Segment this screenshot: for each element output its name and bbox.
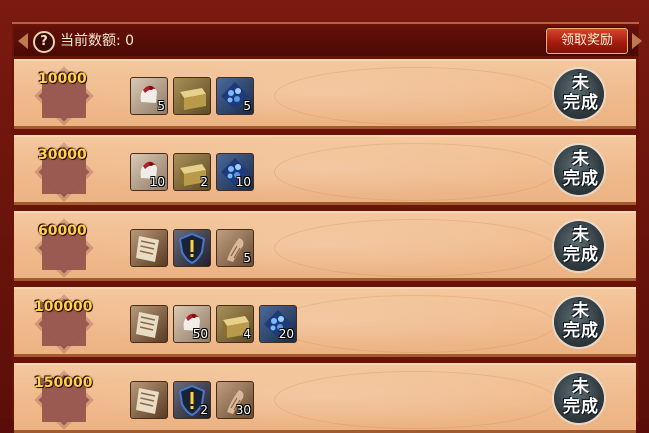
glove-icon[interactable]: 50 [173,305,211,343]
stamp-text-line2: 完成 [563,245,599,265]
incomplete-stamp: 未完成 [552,295,608,351]
book-icon[interactable] [130,305,168,343]
incomplete-stamp: 未完成 [552,67,608,123]
stamp-text: 未完成 [552,149,610,189]
stamp-text-line2: 完成 [563,321,599,341]
item-quantity: 10 [235,175,251,189]
reward-tier-row: 150000 2 30 未完成 [14,363,636,433]
header-right-ornament [632,33,642,49]
shield-icon[interactable]: 2 [173,381,211,419]
stamp-text-line1: 未 [572,149,590,169]
item-quantity: 2 [200,175,208,189]
scroll-icon[interactable]: 30 [216,381,254,419]
chest-icon[interactable]: 4 [216,305,254,343]
stamp-text: 未完成 [552,301,610,341]
reward-tier-row: 100000 50 4 20 未完成 [14,287,636,357]
item-quantity: 4 [243,327,251,341]
stamp-text-line1: 未 [572,377,590,397]
reward-tier-row: 10000 5 5 未完成 [14,59,636,129]
chest-icon[interactable]: 2 [173,153,211,191]
stamp-text-line1: 未 [572,225,590,245]
stamp-text-line2: 完成 [563,397,599,417]
tier-badge: 10000 [38,70,90,122]
stamp-text-line1: 未 [572,301,590,321]
current-amount: 当前数额: 0 [60,31,134,51]
incomplete-stamp: 未完成 [552,219,608,275]
header-left-ornament [18,33,28,49]
item-quantity: 2 [200,403,208,417]
item-quantity: 5 [157,99,165,113]
gem-icon[interactable]: 10 [216,153,254,191]
help-icon[interactable]: ? [33,31,55,53]
stamp-text-line2: 完成 [563,169,599,189]
tier-badge: 100000 [34,298,92,350]
tier-badge: 30000 [38,146,90,198]
item-quantity: 30 [235,403,251,417]
item-quantity: 5 [243,251,251,265]
item-quantity: 5 [243,99,251,113]
gem-icon[interactable]: 20 [259,305,297,343]
reward-tier-row: 30000 10 2 10 未完成 [14,135,636,205]
tier-badge: 60000 [38,222,90,274]
claim-reward-button[interactable]: 领取奖励 [546,28,628,54]
stamp-text-line1: 未 [572,73,590,93]
reward-tier-row: 60000 5 未完成 [14,211,636,281]
incomplete-stamp: 未完成 [552,143,608,199]
stamp-text: 未完成 [552,377,610,417]
book-icon[interactable] [130,229,168,267]
glove-icon[interactable]: 5 [130,77,168,115]
current-amount-value: 0 [125,33,135,49]
item-quantity: 50 [192,327,208,341]
stamp-text: 未完成 [552,225,610,265]
current-amount-label: 当前数额: [60,33,126,49]
gem-icon[interactable]: 5 [216,77,254,115]
shield-icon[interactable] [173,229,211,267]
stamp-text: 未完成 [552,73,610,113]
scroll-icon[interactable]: 5 [216,229,254,267]
item-quantity: 20 [278,327,294,341]
item-quantity: 10 [149,175,165,189]
tier-badge: 150000 [34,374,92,426]
stamp-text-line2: 完成 [563,93,599,113]
book-icon[interactable] [130,381,168,419]
chest-icon[interactable] [173,77,211,115]
glove-icon[interactable]: 10 [130,153,168,191]
